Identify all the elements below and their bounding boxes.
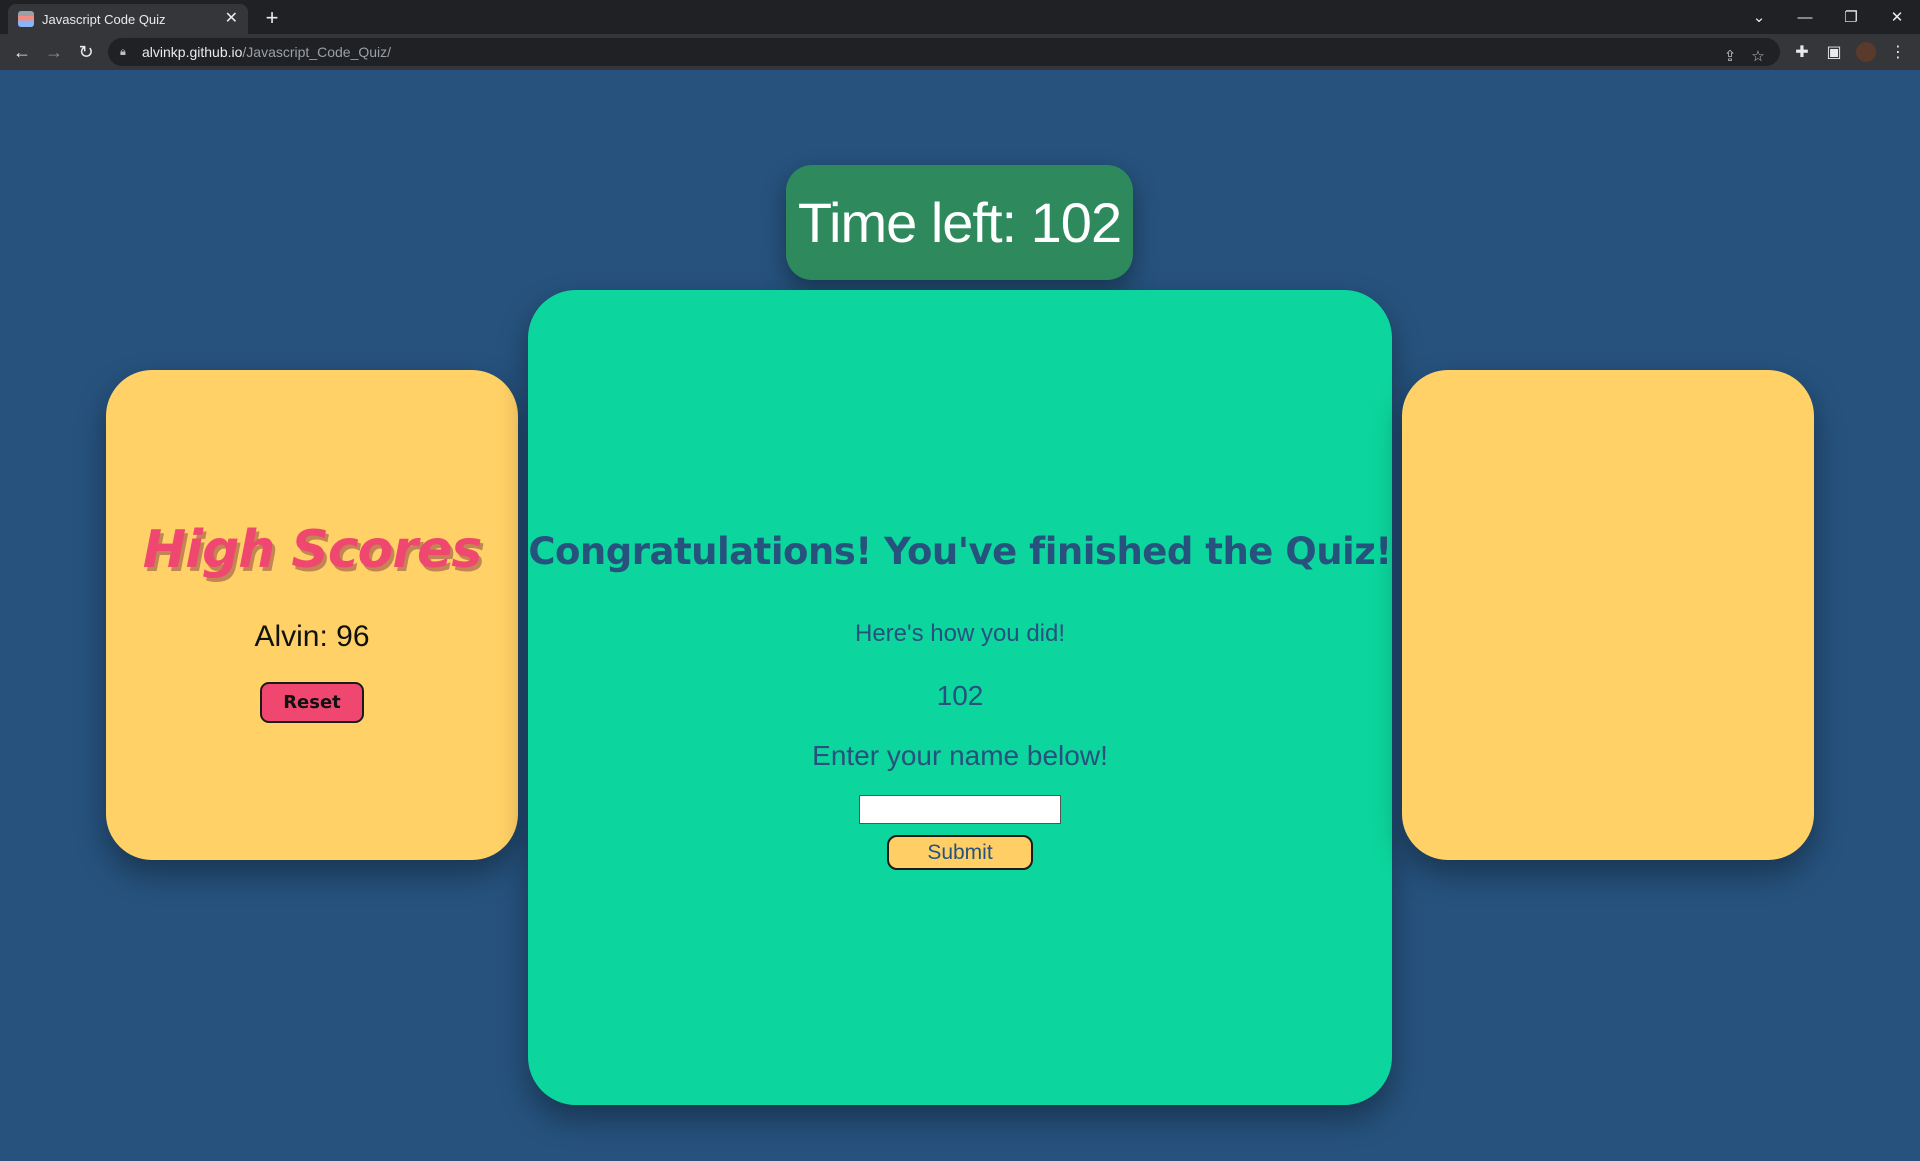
browser-toolbar: ← → ↻ 🔒︎ alvinkp.github.io/Javascript_Co… xyxy=(0,34,1920,70)
forward-icon[interactable]: → xyxy=(38,36,70,68)
extensions-icon[interactable]: ✚ xyxy=(1786,36,1818,68)
submit-button[interactable]: Submit xyxy=(887,835,1033,870)
reload-icon[interactable]: ↻ xyxy=(70,36,102,68)
tab-title: Javascript Code Quiz xyxy=(42,11,166,27)
lock-icon: 🔒︎ xyxy=(120,45,126,58)
completion-heading: Congratulations! You've finished the Qui… xyxy=(528,530,1392,573)
tab-close-icon[interactable]: ✕ xyxy=(225,11,238,27)
final-score: 102 xyxy=(936,680,984,711)
bookmark-star-icon[interactable]: ☆ xyxy=(1744,42,1772,70)
high-scores-card: High Scores Alvin: 96 Reset xyxy=(106,370,518,860)
quiz-page: Time left: 102 High Scores Alvin: 96 Res… xyxy=(0,70,1920,1161)
browser-tab[interactable]: Javascript Code Quiz ✕ xyxy=(8,4,248,34)
name-prompt: Enter your name below! xyxy=(812,740,1108,771)
browser-tab-bar: Javascript Code Quiz ✕ + ⌄ — ❐ ✕ xyxy=(0,0,1920,34)
high-score-entry: Alvin: 96 xyxy=(254,620,370,653)
tab-search-icon[interactable]: ⌄ xyxy=(1736,0,1782,34)
share-icon[interactable]: ⇪ xyxy=(1716,42,1744,70)
back-icon[interactable]: ← xyxy=(6,36,38,68)
quiz-card: Congratulations! You've finished the Qui… xyxy=(528,290,1392,1105)
url-path: /Javascript_Code_Quiz/ xyxy=(242,44,392,60)
time-left-display: Time left: 102 xyxy=(786,165,1133,280)
profile-avatar[interactable] xyxy=(1856,42,1876,62)
right-side-card xyxy=(1402,370,1814,860)
window-controls: ⌄ — ❐ ✕ xyxy=(1736,0,1920,34)
high-scores-title: High Scores xyxy=(142,520,483,580)
toolbar-actions: ✚ ▣ ⋮ xyxy=(1786,36,1914,68)
side-panel-icon[interactable]: ▣ xyxy=(1818,36,1850,68)
restore-icon[interactable]: ❐ xyxy=(1828,0,1874,34)
minimize-icon[interactable]: — xyxy=(1782,0,1828,34)
result-subheading: Here's how you did! xyxy=(854,620,1066,647)
address-bar[interactable]: 🔒︎ alvinkp.github.io/Javascript_Code_Qui… xyxy=(108,38,1780,66)
reset-button[interactable]: Reset xyxy=(260,682,364,723)
url-host: alvinkp.github.io xyxy=(142,44,243,60)
window-close-icon[interactable]: ✕ xyxy=(1874,0,1920,34)
browser-menu-icon[interactable]: ⋮ xyxy=(1882,36,1914,68)
site-favicon-icon xyxy=(18,11,34,27)
name-input[interactable] xyxy=(859,795,1061,824)
omnibox-actions: ⇪ ☆ xyxy=(1716,42,1772,70)
new-tab-icon[interactable]: + xyxy=(258,4,286,32)
